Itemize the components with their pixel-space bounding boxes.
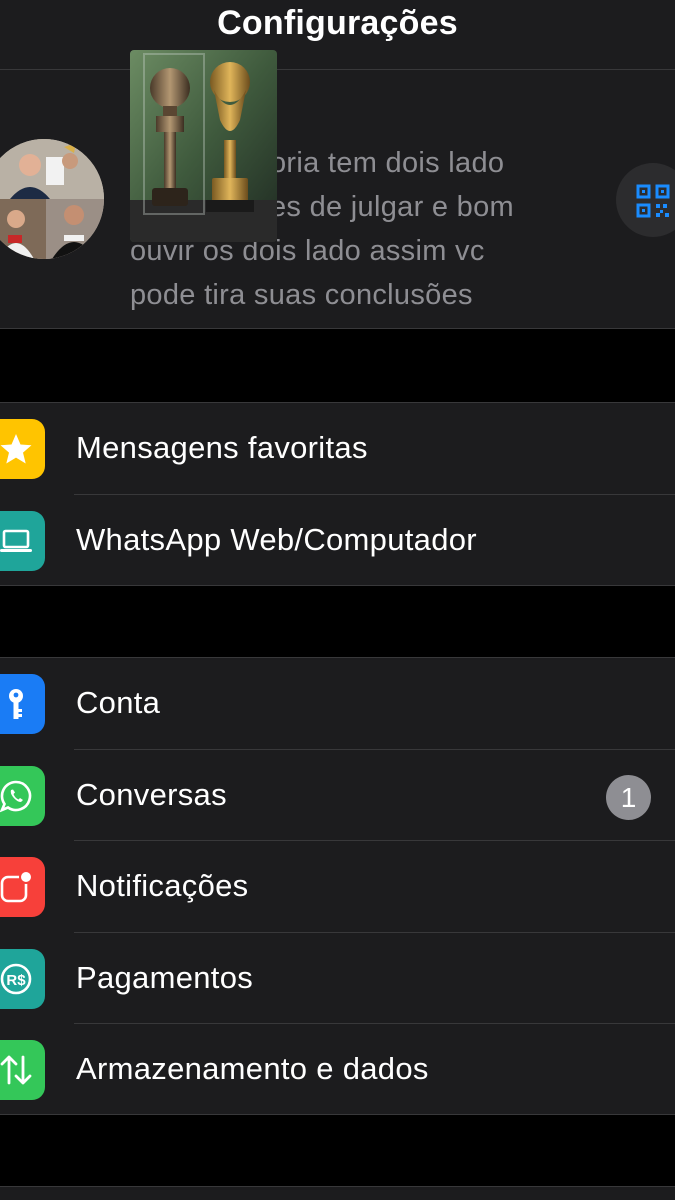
row-label: Notificações (76, 868, 249, 903)
laptop-icon (0, 529, 32, 552)
svg-text:R$: R$ (6, 972, 26, 989)
settings-row-storage[interactable]: Armazenamento e dados (0, 1024, 675, 1116)
unread-badge: 1 (606, 774, 651, 820)
settings-row-account[interactable]: Conta (0, 658, 675, 750)
web-tile (0, 510, 45, 571)
profile-card[interactable]: oria tem dois lado es de julgar e bom ou… (0, 70, 675, 329)
account-tile (0, 674, 45, 734)
settings-row-notifications[interactable]: Notificações (0, 841, 675, 933)
notifications-tile (0, 857, 45, 917)
status-line: pode tira suas conclusões (130, 279, 473, 311)
settings-group-next (0, 1186, 675, 1200)
page-title: Configurações (217, 4, 458, 42)
qr-code-icon (636, 184, 670, 218)
row-label: Conversas (76, 776, 227, 812)
profile-avatar[interactable] (0, 139, 104, 259)
settings-group-main: Conta Conversas 1 Notificações R$ Pagame… (0, 657, 675, 1115)
settings-row-payments[interactable]: R$ Pagamentos (0, 933, 675, 1024)
settings-row-starred-messages[interactable]: Mensagens favoritas (0, 403, 675, 495)
settings-group-starred: Mensagens favoritas WhatsApp Web/Computa… (0, 402, 675, 586)
starred-tile (0, 419, 45, 479)
chats-tile (0, 765, 45, 826)
row-label: Conta (76, 685, 161, 720)
payments-tile: R$ (0, 948, 45, 1009)
notification-icon (0, 870, 33, 903)
navigation-bar: Configurações (0, 0, 675, 70)
row-label: WhatsApp Web/Computador (76, 521, 477, 557)
currency-real-icon: R$ (0, 963, 32, 994)
arrows-updown-icon (0, 1055, 32, 1085)
storage-tile (0, 1040, 45, 1100)
row-label: Mensagens favoritas (76, 430, 368, 465)
settings-row-chats[interactable]: Conversas 1 (0, 750, 675, 841)
settings-screen: Configurações oria tem dois lado es de j… (0, 0, 675, 1200)
key-icon (9, 689, 23, 719)
whatsapp-icon (0, 780, 32, 812)
star-icon (0, 434, 32, 464)
row-label: Armazenamento e dados (76, 1051, 429, 1086)
row-label: Pagamentos (76, 959, 254, 995)
trophy-photo-sticker (130, 50, 277, 242)
qr-code-button[interactable] (616, 163, 675, 237)
settings-row-whatsapp-web[interactable]: WhatsApp Web/Computador (0, 495, 675, 587)
